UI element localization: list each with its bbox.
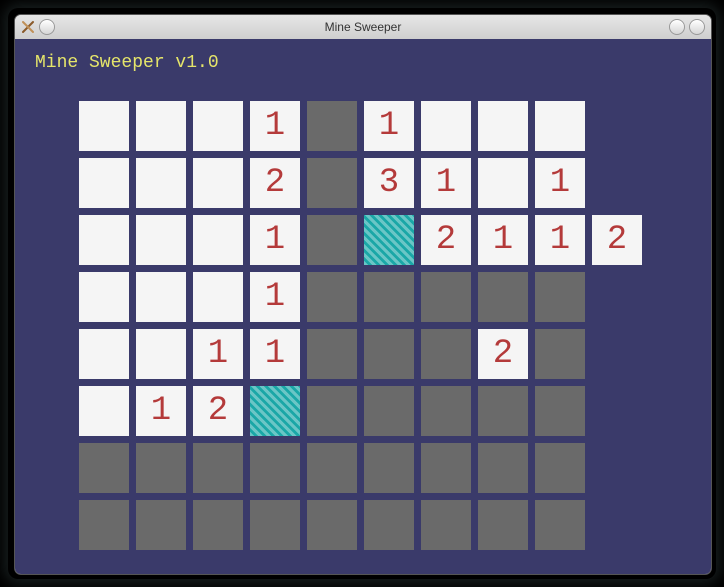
- titlebar[interactable]: Mine Sweeper: [15, 15, 711, 40]
- cell-revealed-empty[interactable]: [478, 386, 528, 436]
- cell-revealed-empty[interactable]: [478, 500, 528, 550]
- cell-number-1[interactable]: 1: [535, 215, 585, 265]
- cell-number-1[interactable]: 1: [421, 158, 471, 208]
- cell-revealed-empty[interactable]: [535, 386, 585, 436]
- cell-flagged[interactable]: [250, 386, 300, 436]
- cell-unrevealed[interactable]: [136, 272, 186, 322]
- cell-revealed-empty[interactable]: [136, 443, 186, 493]
- cell-revealed-empty[interactable]: [307, 215, 357, 265]
- app-window: Mine Sweeper Mine Sweeper v1.0 112311121…: [14, 14, 712, 575]
- cell-revealed-empty[interactable]: [535, 443, 585, 493]
- cell-number-2[interactable]: 2: [421, 215, 471, 265]
- cell-revealed-empty[interactable]: [478, 272, 528, 322]
- cell-revealed-empty[interactable]: [307, 158, 357, 208]
- cell-revealed-empty[interactable]: [535, 329, 585, 379]
- game-heading: Mine Sweeper v1.0: [35, 53, 219, 73]
- cell-revealed-empty[interactable]: [421, 329, 471, 379]
- cell-unrevealed[interactable]: [136, 215, 186, 265]
- cell-revealed-empty[interactable]: [250, 500, 300, 550]
- cell-revealed-empty[interactable]: [307, 272, 357, 322]
- cell-number-2[interactable]: 2: [592, 215, 642, 265]
- cell-revealed-empty[interactable]: [193, 500, 243, 550]
- window-title: Mine Sweeper: [15, 20, 711, 34]
- cell-unrevealed[interactable]: [136, 101, 186, 151]
- cell-revealed-empty[interactable]: [79, 500, 129, 550]
- cell-unrevealed[interactable]: [478, 158, 528, 208]
- cell-revealed-empty[interactable]: [307, 101, 357, 151]
- cell-revealed-empty[interactable]: [193, 443, 243, 493]
- app-icon: [21, 20, 35, 34]
- cell-revealed-empty[interactable]: [79, 443, 129, 493]
- cell-revealed-empty[interactable]: [136, 500, 186, 550]
- cell-number-1[interactable]: 1: [250, 329, 300, 379]
- cell-unrevealed[interactable]: [478, 101, 528, 151]
- cell-unrevealed[interactable]: [79, 272, 129, 322]
- cell-revealed-empty[interactable]: [364, 386, 414, 436]
- close-button[interactable]: [689, 19, 705, 35]
- cell-revealed-empty[interactable]: [364, 443, 414, 493]
- cell-unrevealed[interactable]: [136, 329, 186, 379]
- cell-unrevealed[interactable]: [79, 215, 129, 265]
- cell-number-1[interactable]: 1: [250, 101, 300, 151]
- cell-revealed-empty[interactable]: [307, 500, 357, 550]
- cell-number-1[interactable]: 1: [136, 386, 186, 436]
- minimize-button[interactable]: [669, 19, 685, 35]
- game-board: 11231112112111212: [79, 101, 642, 550]
- cell-unrevealed[interactable]: [193, 215, 243, 265]
- cell-unrevealed[interactable]: [79, 158, 129, 208]
- cell-revealed-empty[interactable]: [535, 500, 585, 550]
- titlebar-button-1[interactable]: [39, 19, 55, 35]
- cell-revealed-empty[interactable]: [364, 272, 414, 322]
- cell-revealed-empty[interactable]: [421, 386, 471, 436]
- cell-revealed-empty[interactable]: [307, 443, 357, 493]
- cell-revealed-empty[interactable]: [478, 443, 528, 493]
- screen: Mine Sweeper Mine Sweeper v1.0 112311121…: [0, 0, 724, 587]
- cell-number-3[interactable]: 3: [364, 158, 414, 208]
- cell-revealed-empty[interactable]: [421, 272, 471, 322]
- cell-number-2[interactable]: 2: [478, 329, 528, 379]
- cell-unrevealed[interactable]: [79, 329, 129, 379]
- cell-unrevealed[interactable]: [421, 101, 471, 151]
- cell-flagged[interactable]: [364, 215, 414, 265]
- titlebar-right: [669, 19, 711, 35]
- cell-number-1[interactable]: 1: [193, 329, 243, 379]
- cell-number-2[interactable]: 2: [193, 386, 243, 436]
- cell-revealed-empty[interactable]: [421, 443, 471, 493]
- cell-revealed-empty[interactable]: [421, 500, 471, 550]
- cell-revealed-empty[interactable]: [307, 329, 357, 379]
- cell-unrevealed[interactable]: [193, 158, 243, 208]
- client-area: Mine Sweeper v1.0 11231112112111212: [15, 39, 711, 574]
- cell-revealed-empty[interactable]: [364, 329, 414, 379]
- cell-unrevealed[interactable]: [193, 272, 243, 322]
- cell-number-2[interactable]: 2: [250, 158, 300, 208]
- cell-unrevealed[interactable]: [193, 101, 243, 151]
- cell-number-1[interactable]: 1: [478, 215, 528, 265]
- cell-number-1[interactable]: 1: [250, 215, 300, 265]
- cell-number-1[interactable]: 1: [250, 272, 300, 322]
- cell-unrevealed[interactable]: [535, 101, 585, 151]
- cell-number-1[interactable]: 1: [364, 101, 414, 151]
- cell-unrevealed[interactable]: [136, 158, 186, 208]
- cell-unrevealed[interactable]: [79, 101, 129, 151]
- cell-revealed-empty[interactable]: [307, 386, 357, 436]
- cell-number-1[interactable]: 1: [535, 158, 585, 208]
- cell-unrevealed[interactable]: [79, 386, 129, 436]
- cell-revealed-empty[interactable]: [364, 500, 414, 550]
- cell-revealed-empty[interactable]: [535, 272, 585, 322]
- titlebar-left: [15, 19, 55, 35]
- cell-revealed-empty[interactable]: [250, 443, 300, 493]
